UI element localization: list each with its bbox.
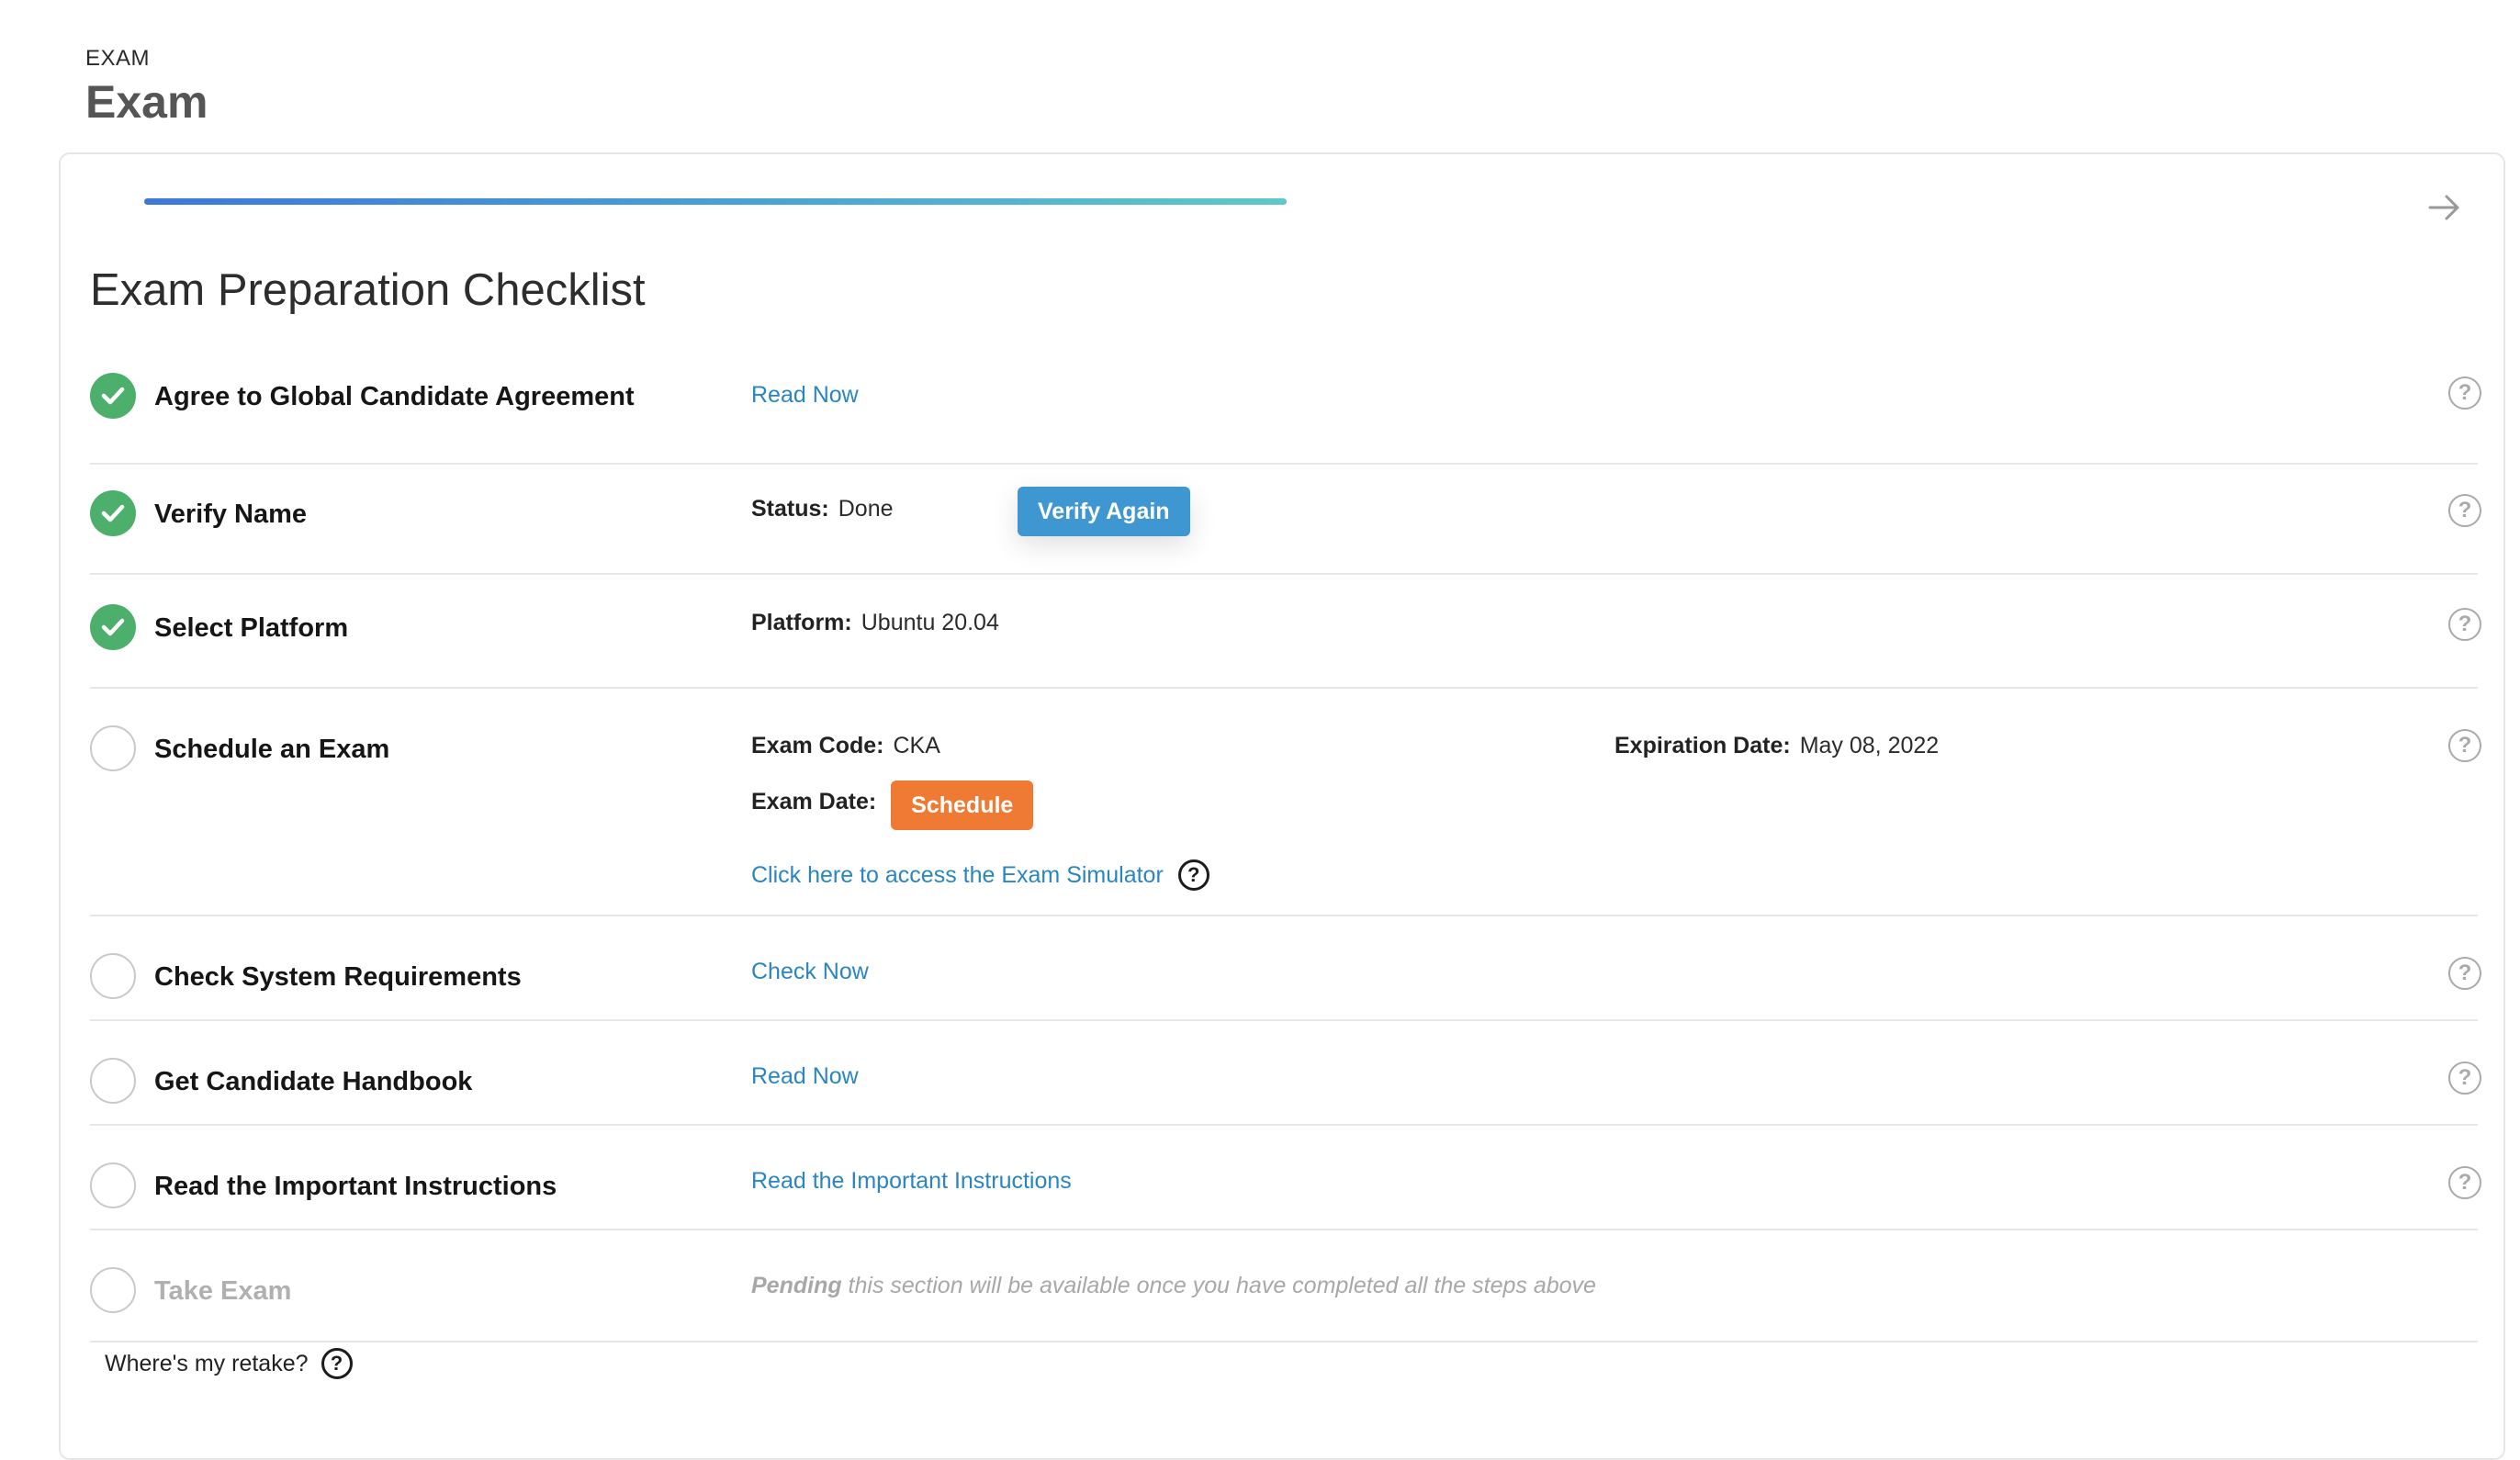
step-label: Schedule an Exam (154, 735, 390, 764)
page-title: Exam (85, 76, 208, 128)
empty-circle-icon (90, 1058, 136, 1104)
help-circle-icon[interactable]: ? (2448, 957, 2481, 990)
help-circle-icon[interactable]: ? (321, 1348, 353, 1379)
check-icon (90, 604, 136, 650)
read-agreement-link[interactable]: Read Now (751, 382, 859, 409)
empty-circle-icon (90, 725, 136, 771)
step-row-system-requirements: Check System Requirements Check Now ? (90, 916, 2481, 1021)
read-instructions-link[interactable]: Read the Important Instructions (751, 1168, 1072, 1195)
exam-simulator-link[interactable]: Click here to access the Exam Simulator (751, 862, 1164, 889)
platform-field: Platform: Ubuntu 20.04 (751, 610, 999, 636)
step-label: Verify Name (154, 500, 308, 529)
step-label: Agree to Global Candidate Agreement (154, 382, 635, 411)
retake-label[interactable]: Where's my retake? (105, 1351, 309, 1377)
check-now-link[interactable]: Check Now (751, 959, 869, 985)
platform-value: Ubuntu 20.04 (861, 610, 999, 635)
page-header: EXAM Exam (85, 46, 208, 129)
verify-again-wrap: Verify Again (1018, 487, 1190, 536)
checklist-card: Exam Preparation Checklist Agree to Glob… (59, 152, 2505, 1460)
exam-date-field: Exam Date: Schedule (751, 781, 1034, 830)
schedule-button[interactable]: Schedule (891, 781, 1034, 830)
exam-date-key: Exam Date: (751, 788, 877, 814)
step-row-handbook: Get Candidate Handbook Read Now ? (90, 1021, 2481, 1126)
simulator-row: Click here to access the Exam Simulator … (751, 859, 1209, 891)
checklist-title: Exam Preparation Checklist (90, 265, 646, 315)
help-circle-icon[interactable]: ? (2448, 1061, 2481, 1095)
platform-key: Platform: (751, 610, 852, 635)
check-icon (90, 490, 136, 536)
step-row-verify-name: Verify Name Status: Done Verify Again ? (90, 465, 2481, 575)
arrow-right-icon[interactable] (2423, 185, 2467, 230)
help-circle-icon[interactable]: ? (2448, 1166, 2481, 1199)
status-key: Status: (751, 496, 829, 522)
step-label: Check System Requirements (154, 962, 522, 992)
step-row-instructions: Read the Important Instructions Read the… (90, 1126, 2481, 1230)
pending-note: Pending this section will be available o… (751, 1273, 1596, 1299)
pending-label: Pending (751, 1273, 842, 1298)
help-circle-icon[interactable]: ? (2448, 494, 2481, 527)
help-circle-icon[interactable]: ? (2448, 608, 2481, 641)
exam-code-field: Exam Code: CKA (751, 733, 940, 759)
exam-code-key: Exam Code: (751, 733, 884, 758)
step-row-agreement: Agree to Global Candidate Agreement Read… (90, 365, 2481, 465)
progress-bar (144, 198, 1287, 205)
verify-status: Status: Done (751, 496, 894, 522)
pending-text: this section will be available once you … (841, 1273, 1596, 1298)
expiration-value: May 08, 2022 (1799, 733, 1940, 758)
help-circle-icon[interactable]: ? (1177, 859, 1209, 891)
expiration-field: Expiration Date: May 08, 2022 (1614, 733, 1939, 759)
read-handbook-link[interactable]: Read Now (751, 1063, 859, 1090)
empty-circle-icon (90, 1162, 136, 1208)
step-row-platform: Select Platform Platform: Ubuntu 20.04 ? (90, 575, 2481, 689)
step-row-schedule: Schedule an Exam Exam Code: CKA Expiratio… (90, 689, 2481, 916)
step-label: Take Exam (154, 1276, 292, 1306)
help-circle-icon[interactable]: ? (2448, 729, 2481, 762)
step-label: Read the Important Instructions (154, 1172, 557, 1201)
step-label: Select Platform (154, 613, 349, 643)
check-icon (90, 373, 136, 419)
empty-circle-icon (90, 1267, 136, 1313)
expiration-key: Expiration Date: (1614, 733, 1791, 758)
exam-code-value: CKA (893, 733, 940, 758)
retake-row: Where's my retake? ? (105, 1348, 353, 1379)
step-row-take-exam: Take Exam Pending this section will be a… (90, 1230, 2478, 1342)
help-circle-icon[interactable]: ? (2448, 376, 2481, 410)
verify-again-button[interactable]: Verify Again (1018, 487, 1190, 536)
page-kicker: EXAM (85, 46, 151, 71)
empty-circle-icon (90, 953, 136, 999)
step-label: Get Candidate Handbook (154, 1067, 473, 1096)
status-value: Done (838, 496, 894, 522)
